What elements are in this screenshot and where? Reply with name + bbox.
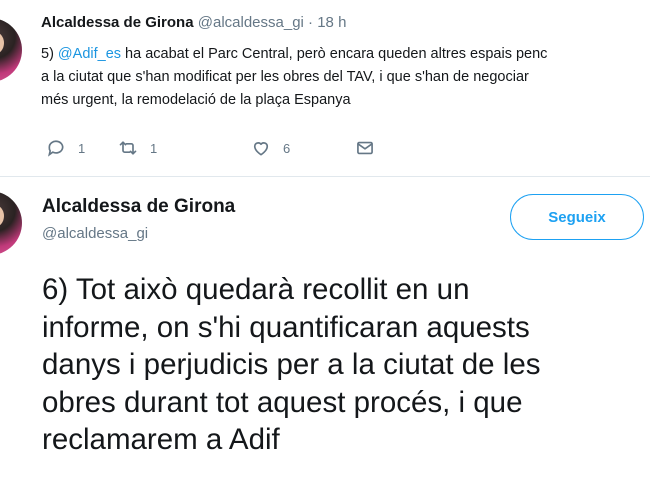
- tweet-text-line: obres durant tot aquest procés, i que: [42, 385, 523, 419]
- avatar[interactable]: [0, 191, 22, 255]
- envelope-icon: [357, 141, 373, 155]
- tweet-text-line: 6) Tot això quedarà recollit en un: [42, 273, 470, 306]
- separator-dot: ·: [308, 14, 314, 31]
- reply-button[interactable]: 1: [46, 138, 85, 158]
- timestamp[interactable]: 18 h: [317, 14, 346, 31]
- tweet-header: Alcaldessa de Girona @alcaldessa_gi · 18…: [41, 14, 346, 31]
- follow-button[interactable]: Segueix: [510, 194, 644, 240]
- tweet-text-line: reclamarem a Adif: [42, 423, 280, 456]
- tweet-text-line-1-rest: ha acabat el Parc Central, però encara q…: [121, 46, 548, 62]
- author-name[interactable]: Alcaldessa de Girona: [41, 14, 194, 31]
- reply-count: 1: [78, 140, 86, 156]
- mention-link[interactable]: @Adif_es: [58, 46, 121, 62]
- author-handle[interactable]: @alcaldessa_gi: [198, 14, 304, 31]
- tweet-2[interactable]: Alcaldessa de Girona @alcaldessa_gi Segu…: [0, 177, 650, 487]
- like-button[interactable]: 6: [251, 138, 290, 158]
- author-name[interactable]: Alcaldessa de Girona: [42, 196, 235, 218]
- tweet-1[interactable]: Alcaldessa de Girona @alcaldessa_gi · 18…: [0, 0, 650, 176]
- retweet-count: 1: [150, 140, 158, 156]
- like-count: 6: [283, 140, 291, 156]
- tweet-text: 6) Tot això quedarà recollit en un infor…: [42, 271, 642, 459]
- direct-message-button[interactable]: [355, 138, 375, 158]
- heart-icon: [253, 142, 269, 156]
- tweet-text-prefix: 5): [41, 46, 58, 62]
- tweet-text-line-3: més urgent, la remodelació de la plaça E…: [41, 92, 351, 108]
- reply-icon: [48, 140, 64, 157]
- avatar[interactable]: [0, 18, 22, 82]
- tweet-text-line-2: a la ciutat que s'han modificat per les …: [41, 69, 529, 85]
- tweet-text-line-1: 5) @Adif_es ha acabat el Parc Central, p…: [41, 43, 650, 66]
- author-handle[interactable]: @alcaldessa_gi: [42, 225, 148, 242]
- retweet-button[interactable]: 1: [118, 138, 157, 158]
- tweet-text: 5) @Adif_es ha acabat el Parc Central, p…: [41, 43, 650, 112]
- tweet-text-line: danys i perjudicis per a la ciutat de le…: [42, 348, 541, 381]
- tweet-text-line: informe, on s'hi quantificaran aquests: [42, 310, 530, 344]
- retweet-icon: [119, 141, 137, 155]
